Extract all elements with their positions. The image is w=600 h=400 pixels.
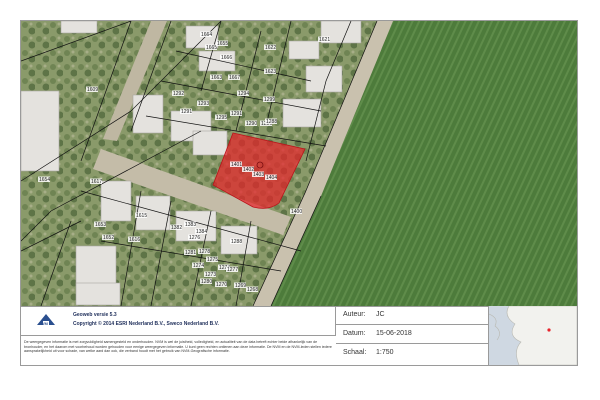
parcel-label: 1665 [206,45,217,51]
metadata-fields: Auteur: JC Datum: 15-06-2018 Schaal: 1:7… [336,306,489,365]
author-value: JC [376,311,385,318]
parcel-label: 1663 [211,75,222,81]
map-canvas[interactable]: 1664 16651655 1666 1663 1667 1622 1621 1623 1609… [21,21,577,306]
info-block: NVM Geoweb versie 5.3 Copyright © 2014 E… [21,306,577,365]
map-sheet: 1664 1665 1655 1666 1663 1667 1622 1621 1623 1609… [20,20,578,366]
parcel-label: 1667 [229,75,240,81]
location-marker-icon [547,328,551,332]
parcel-label: 1269 [235,283,246,289]
parcel-label: 1294 [238,91,249,97]
parcel-label: 1280 [201,279,212,285]
parcel-label: 1288 [231,239,242,245]
parcel-label: 1382 [171,225,182,231]
parcel-label: 1293 [198,101,209,107]
date-value: 15-06-2018 [376,330,412,337]
author-row: Auteur: JC [336,306,488,325]
parcel-label: 1278 [199,249,210,255]
overview-canvas [489,306,577,365]
parcel-label: 1655 [217,41,228,47]
parcel-label: 1403 [253,172,264,178]
parcel-label: 1291 [181,109,192,115]
parcel-label: 1400 [291,209,302,215]
scale-value: 1:750 [376,349,394,356]
parcel-label: 1281 [185,250,196,256]
parcel-label: 1616 [129,237,140,243]
parcel-label: 1299 [264,97,275,103]
parcel-label: 1404 [266,175,277,181]
scale-row: Schaal: 1:750 [336,344,488,363]
scale-label: Schaal: [343,349,367,356]
parcel-label: 1383 [185,222,196,228]
parcel-label: 1653 [95,222,106,228]
parcel-label: 1666 [221,55,232,61]
aerial-map[interactable]: 1664 1665 1655 1666 1663 1667 1622 1621 1623 1609… [21,21,577,307]
parcel-label: 1288 [266,119,277,125]
parcel-label: 1615 [136,213,147,219]
parcel-label: 1273 [205,272,216,278]
parcel-label: 1609 [87,87,98,93]
branding-bar: NVM Geoweb versie 5.3 Copyright © 2014 E… [21,306,336,336]
overview-map[interactable] [489,306,577,365]
parcel-label: 1295 [216,115,227,121]
logo-text: NVM [39,321,48,326]
parcel-label: 1270 [216,282,227,288]
parcel-label: 1274 [193,263,204,269]
parcel-label: 1622 [265,45,276,51]
parcel-label: 1384 [196,229,207,235]
parcel-label: 1664 [201,32,212,38]
parcel-label: 1291 [231,111,242,117]
disclaimer-text: De weergegeven informatie is met zorgvul… [24,340,332,354]
parcel-label: 1621 [319,37,330,43]
version-text: Geoweb versie 5.3 [73,312,117,318]
parcel-label: 1277 [227,267,238,273]
copyright-text: Copyright © 2014 ESRI Nederland B.V., Sw… [73,321,219,327]
parcel-label: 1623 [265,69,276,75]
date-label: Datum: [343,330,366,337]
parcel-label: 1292 [173,91,184,97]
parcel-label: 1268 [247,287,258,293]
parcel-label: 1290 [246,121,257,127]
parcel-label: 1617 [91,179,102,185]
date-row: Datum: 15-06-2018 [336,325,488,344]
parcel-label: 1275 [207,257,218,263]
parcel-label: 1276 [189,235,200,241]
parcel-label: 1652 [103,235,114,241]
parcel-label: 1654 [39,177,50,183]
parcel-label: 1401 [231,162,242,168]
author-label: Auteur: [343,311,366,318]
